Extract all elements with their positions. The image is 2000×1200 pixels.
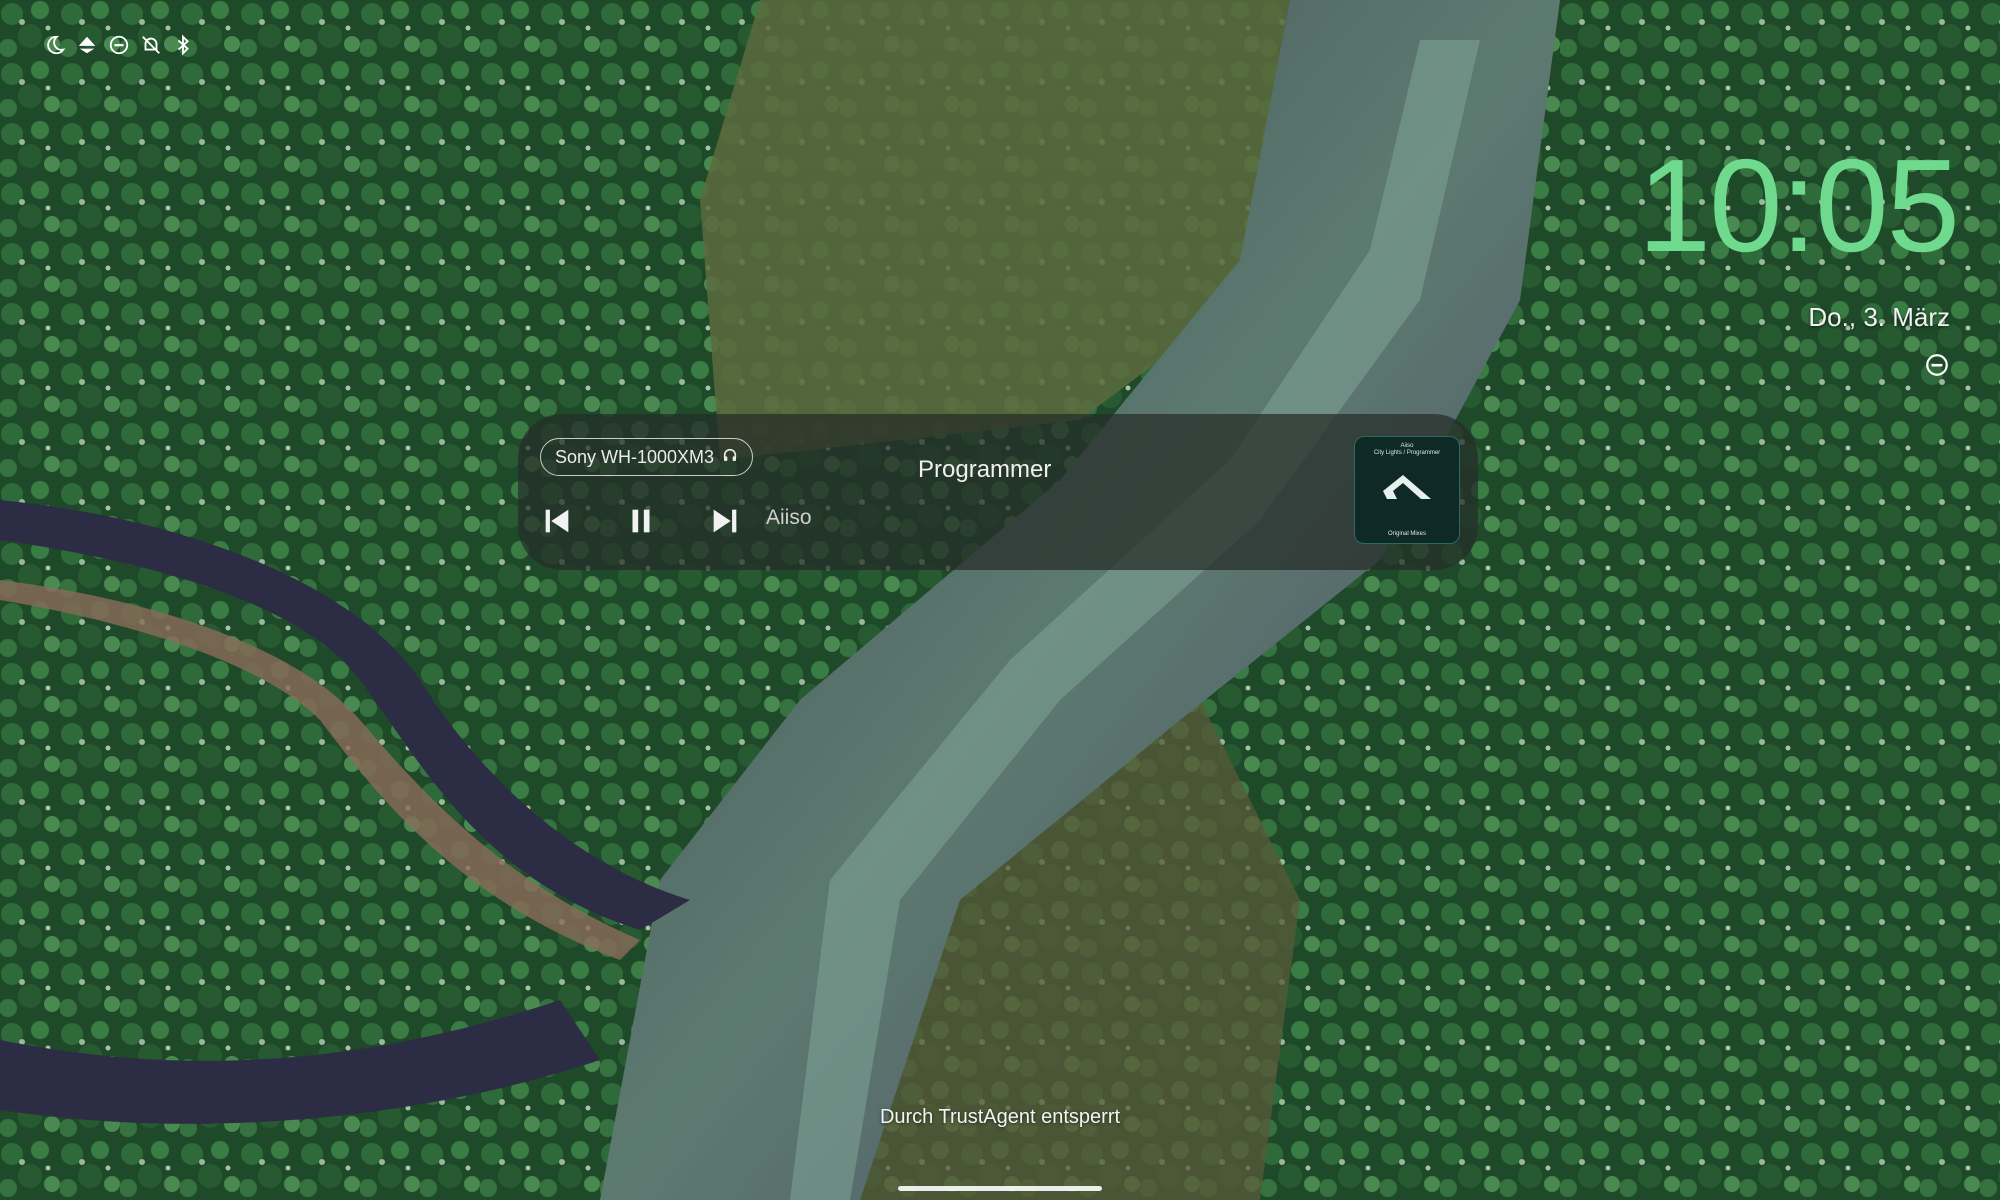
data-saver-icon (76, 34, 98, 56)
track-artist: Aiiso (766, 506, 812, 529)
output-device-chip[interactable]: Sony WH-1000XM3 (540, 438, 754, 476)
headphones-icon (722, 447, 738, 468)
album-art[interactable]: Aiiso City Lights / Programmer Original … (1354, 436, 1460, 544)
moon-icon (44, 34, 66, 56)
unlock-status-message: Durch TrustAgent entsperrt (879, 1106, 1121, 1128)
next-icon (708, 509, 742, 542)
next-track-button[interactable] (708, 504, 742, 538)
bluetooth-icon (172, 34, 194, 56)
do-not-disturb-icon (108, 34, 130, 56)
do-not-disturb-icon (1924, 352, 1950, 378)
pause-icon (624, 509, 658, 542)
lock-screen-clock: 10:05 (1637, 132, 1960, 279)
album-art-footer: Original Mixes (1387, 531, 1426, 537)
previous-track-button[interactable] (540, 504, 574, 538)
output-device-label: Sony WH-1000XM3 (555, 446, 715, 467)
pause-button[interactable] (624, 504, 658, 538)
home-gesture-handle[interactable] (898, 1186, 1102, 1191)
album-art-header: Aiiso City Lights / Programmer (1373, 443, 1441, 456)
media-player-card[interactable]: Sony WH-1000XM3 Programmer Aiiso Aiiso C… (518, 414, 1478, 570)
previous-icon (540, 509, 574, 542)
track-title: Programmer (918, 456, 1052, 483)
status-bar (44, 34, 194, 56)
notifications-off-icon (140, 34, 162, 56)
label-logo-icon (1379, 469, 1435, 505)
lock-screen-date: Do., 3. März (1808, 302, 1950, 332)
